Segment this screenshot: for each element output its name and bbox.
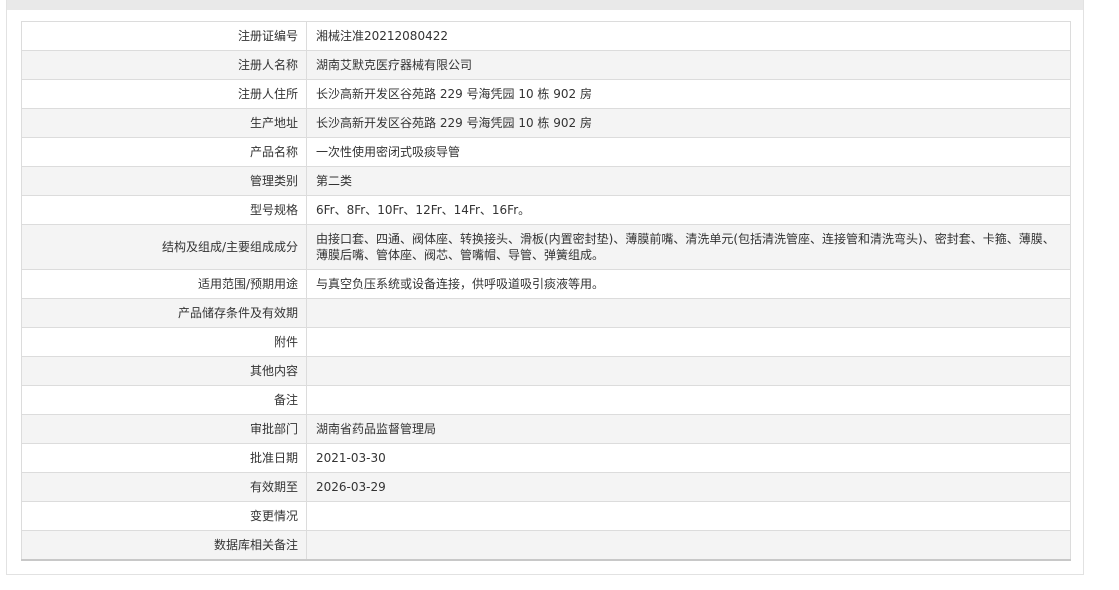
field-value: 第二类: [306, 166, 1071, 196]
table-row-registrant-name: 注册人名称 湖南艾默克医疗器械有限公司: [21, 50, 1071, 80]
field-value: 2021-03-30: [306, 443, 1071, 473]
table-row-valid-until: 有效期至 2026-03-29: [21, 472, 1071, 502]
field-label: 管理类别: [21, 166, 307, 196]
field-value: [306, 298, 1071, 328]
field-label: 数据库相关备注: [21, 530, 307, 561]
field-value: [306, 501, 1071, 531]
table-row-intended-use: 适用范围/预期用途 与真空负压系统或设备连接，供呼吸道吸引痰液等用。: [21, 269, 1071, 299]
detail-panel: 注册证编号 湘械注准20212080422 注册人名称 湖南艾默克医疗器械有限公…: [6, 0, 1084, 575]
table-row-production-address: 生产地址 长沙高新开发区谷苑路 229 号海凭园 10 栋 902 房: [21, 108, 1071, 138]
table-row-storage-validity: 产品储存条件及有效期: [21, 298, 1071, 328]
field-label: 生产地址: [21, 108, 307, 138]
field-label: 产品名称: [21, 137, 307, 167]
field-value: 6Fr、8Fr、10Fr、12Fr、14Fr、16Fr。: [306, 195, 1071, 225]
registration-detail-table: 注册证编号 湘械注准20212080422 注册人名称 湖南艾默克医疗器械有限公…: [21, 21, 1071, 561]
field-value: [306, 327, 1071, 357]
field-value: [306, 356, 1071, 386]
field-value: 湖南艾默克医疗器械有限公司: [306, 50, 1071, 80]
field-label: 注册人住所: [21, 79, 307, 109]
field-label: 型号规格: [21, 195, 307, 225]
table-row-change-status: 变更情况: [21, 501, 1071, 531]
table-row-registration-number: 注册证编号 湘械注准20212080422: [21, 21, 1071, 51]
table-row-product-name: 产品名称 一次性使用密闭式吸痰导管: [21, 137, 1071, 167]
field-value: [306, 385, 1071, 415]
table-row-approval-date: 批准日期 2021-03-30: [21, 443, 1071, 473]
panel-top-bar: [7, 0, 1083, 10]
field-value: 一次性使用密闭式吸痰导管: [306, 137, 1071, 167]
table-row-structure-composition: 结构及组成/主要组成成分 由接口套、四通、阀体座、转换接头、滑板(内置密封垫)、…: [21, 224, 1071, 270]
field-label: 注册证编号: [21, 21, 307, 51]
field-label: 其他内容: [21, 356, 307, 386]
field-value: [306, 530, 1071, 561]
table-row-other-content: 其他内容: [21, 356, 1071, 386]
table-row-registrant-address: 注册人住所 长沙高新开发区谷苑路 229 号海凭园 10 栋 902 房: [21, 79, 1071, 109]
field-value: 长沙高新开发区谷苑路 229 号海凭园 10 栋 902 房: [306, 108, 1071, 138]
table-row-management-category: 管理类别 第二类: [21, 166, 1071, 196]
field-value: 湖南省药品监督管理局: [306, 414, 1071, 444]
table-row-remarks: 备注: [21, 385, 1071, 415]
field-value: 湘械注准20212080422: [306, 21, 1071, 51]
field-label: 适用范围/预期用途: [21, 269, 307, 299]
table-row-model-specification: 型号规格 6Fr、8Fr、10Fr、12Fr、14Fr、16Fr。: [21, 195, 1071, 225]
field-value: 由接口套、四通、阀体座、转换接头、滑板(内置密封垫)、薄膜前嘴、清洗单元(包括清…: [306, 224, 1071, 270]
field-value: 长沙高新开发区谷苑路 229 号海凭园 10 栋 902 房: [306, 79, 1071, 109]
field-label: 备注: [21, 385, 307, 415]
field-label: 变更情况: [21, 501, 307, 531]
table-row-approval-department: 审批部门 湖南省药品监督管理局: [21, 414, 1071, 444]
field-value: 与真空负压系统或设备连接，供呼吸道吸引痰液等用。: [306, 269, 1071, 299]
field-label: 产品储存条件及有效期: [21, 298, 307, 328]
field-value: 2026-03-29: [306, 472, 1071, 502]
field-label: 结构及组成/主要组成成分: [21, 224, 307, 270]
table-row-attachment: 附件: [21, 327, 1071, 357]
table-row-database-remarks: 数据库相关备注: [21, 530, 1071, 561]
field-label: 批准日期: [21, 443, 307, 473]
field-label: 附件: [21, 327, 307, 357]
field-label: 有效期至: [21, 472, 307, 502]
field-label: 注册人名称: [21, 50, 307, 80]
field-label: 审批部门: [21, 414, 307, 444]
